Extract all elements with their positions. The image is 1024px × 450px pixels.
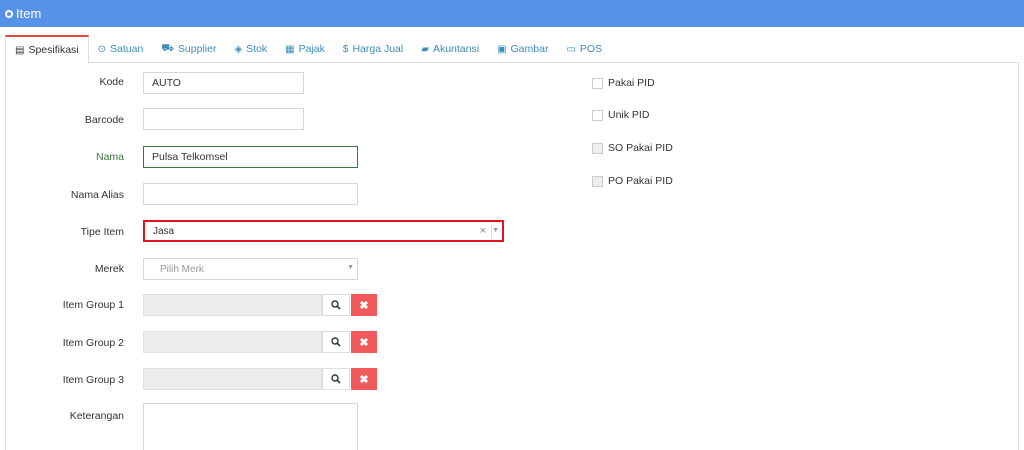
merek-label: Merek bbox=[94, 263, 124, 275]
chevron-down-icon[interactable]: ▼ bbox=[492, 227, 499, 234]
monitor-icon: ▭ bbox=[566, 43, 576, 55]
nama-alias-input[interactable] bbox=[143, 183, 358, 205]
keterangan-textarea[interactable] bbox=[143, 403, 358, 450]
tab-label: Gambar bbox=[510, 43, 549, 55]
book-icon: ▰ bbox=[421, 43, 429, 55]
item-group-3-search-button[interactable] bbox=[322, 368, 350, 390]
search-icon bbox=[331, 337, 341, 347]
po-pakai-pid-label: PO Pakai PID bbox=[608, 175, 673, 187]
kode-label: Kode bbox=[99, 76, 124, 88]
nama-alias-label: Nama Alias bbox=[70, 189, 124, 201]
merek-select[interactable]: Pilih Merk ▼ bbox=[143, 258, 358, 280]
tab-stok[interactable]: ◈ Stok bbox=[225, 35, 276, 63]
tab-label: Supplier bbox=[177, 43, 217, 55]
item-group-3-delete-button[interactable]: ✖ bbox=[351, 368, 377, 390]
item-icon bbox=[5, 10, 13, 18]
tipe-item-label: Tipe Item bbox=[80, 226, 124, 238]
pakai-pid-checkbox[interactable] bbox=[592, 78, 603, 89]
item-group-1-search-button[interactable] bbox=[322, 294, 350, 316]
tab-akuntansi[interactable]: ▰ Akuntansi bbox=[412, 35, 488, 63]
tab-gambar[interactable]: ▣ Gambar bbox=[488, 35, 557, 63]
barcode-label: Barcode bbox=[84, 114, 124, 126]
unik-pid-label: Unik PID bbox=[608, 109, 650, 121]
tab-label: Spesifikasi bbox=[28, 44, 79, 56]
tab-pajak[interactable]: ▦ Pajak bbox=[276, 35, 334, 63]
dollar-icon: $ bbox=[342, 43, 349, 55]
item-group-3-input[interactable] bbox=[143, 368, 322, 390]
spesifikasi-pane: Kode AUTO Barcode Nama Pulsa Telkomsel N… bbox=[5, 63, 1019, 450]
search-icon bbox=[331, 300, 341, 310]
chevron-down-icon[interactable]: ▼ bbox=[347, 264, 354, 271]
so-pakai-pid-checkbox[interactable] bbox=[592, 143, 603, 154]
item-group-2-delete-button[interactable]: ✖ bbox=[351, 331, 377, 353]
tab-satuan[interactable]: ⊙ Satuan bbox=[89, 35, 153, 63]
tab-label: Harga Jual bbox=[352, 43, 404, 55]
image-icon: ▣ bbox=[497, 43, 507, 55]
item-group-2-label: Item Group 2 bbox=[62, 337, 124, 349]
table-icon: ▦ bbox=[285, 43, 295, 55]
tab-label: Stok bbox=[246, 43, 268, 55]
item-group-1-label: Item Group 1 bbox=[62, 299, 124, 311]
list-icon: ▤ bbox=[15, 44, 25, 56]
tab-label: POS bbox=[579, 43, 603, 55]
kode-input[interactable]: AUTO bbox=[143, 72, 304, 94]
tab-supplier[interactable]: ⛟ Supplier bbox=[152, 35, 225, 63]
tab-harga-jual[interactable]: $ Harga Jual bbox=[334, 35, 412, 63]
unik-pid-checkbox[interactable] bbox=[592, 110, 603, 121]
item-group-2-search-button[interactable] bbox=[322, 331, 350, 353]
close-icon: ✖ bbox=[359, 373, 369, 386]
item-group-2-input[interactable] bbox=[143, 331, 322, 353]
clear-icon[interactable]: × bbox=[480, 225, 486, 237]
tab-label: Pajak bbox=[298, 43, 325, 55]
tab-spesifikasi[interactable]: ▤ Spesifikasi bbox=[5, 35, 89, 64]
tab-pos[interactable]: ▭ POS bbox=[557, 35, 611, 63]
close-icon: ✖ bbox=[359, 336, 369, 349]
tab-label: Akuntansi bbox=[432, 43, 480, 55]
nama-input[interactable]: Pulsa Telkomsel bbox=[143, 146, 358, 168]
tab-bar: ▤ Spesifikasi ⊙ Satuan ⛟ Supplier ◈ Stok… bbox=[5, 35, 1019, 64]
item-group-1-delete-button[interactable]: ✖ bbox=[351, 294, 377, 316]
tipe-item-select[interactable]: Jasa × ▼ bbox=[143, 220, 504, 242]
app-header: Item bbox=[0, 0, 1024, 27]
check-circle-icon: ⊙ bbox=[97, 43, 107, 55]
nama-label: Nama bbox=[95, 151, 124, 163]
keterangan-label: Keterangan bbox=[69, 410, 124, 422]
item-group-1-input[interactable] bbox=[143, 294, 322, 316]
barcode-input[interactable] bbox=[143, 108, 304, 130]
tab-label: Satuan bbox=[110, 43, 144, 55]
item-group-3-label: Item Group 3 bbox=[62, 374, 124, 386]
close-icon: ✖ bbox=[359, 299, 369, 312]
merek-placeholder: Pilih Merk bbox=[160, 263, 204, 275]
page-title: Item bbox=[16, 6, 42, 21]
cube-icon: ◈ bbox=[234, 43, 243, 55]
search-icon bbox=[331, 374, 341, 384]
so-pakai-pid-label: SO Pakai PID bbox=[608, 142, 673, 154]
tipe-item-value: Jasa bbox=[153, 225, 175, 237]
po-pakai-pid-checkbox[interactable] bbox=[592, 176, 603, 187]
truck-icon: ⛟ bbox=[161, 42, 174, 54]
pakai-pid-label: Pakai PID bbox=[608, 77, 655, 89]
